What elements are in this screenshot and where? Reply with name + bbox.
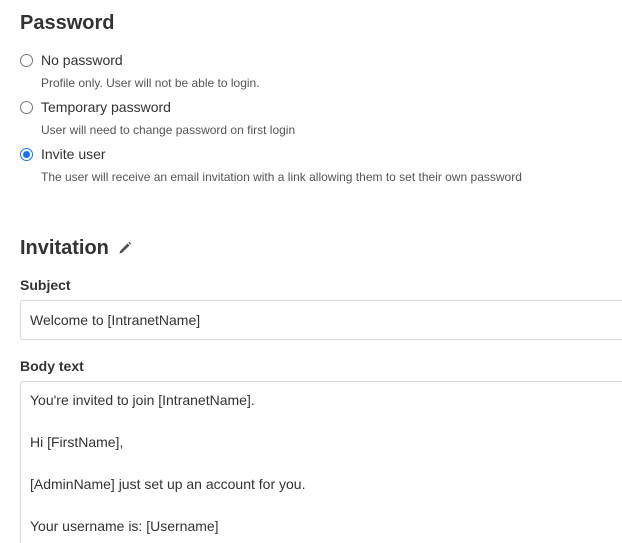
password-section-title: Password bbox=[20, 12, 115, 34]
radio-description: Profile only. User will not be able to l… bbox=[41, 76, 260, 90]
radio-label: Temporary password bbox=[41, 99, 171, 115]
body-line bbox=[30, 454, 622, 475]
radio-temporary-password[interactable]: Temporary password bbox=[20, 98, 171, 116]
radio-button[interactable] bbox=[20, 100, 33, 114]
radio-no-password[interactable]: No password bbox=[20, 51, 123, 69]
radio-label: Invite user bbox=[41, 146, 106, 162]
body-line bbox=[30, 496, 622, 517]
radio-button[interactable] bbox=[20, 53, 33, 67]
radio-button-selected[interactable] bbox=[20, 147, 33, 161]
body-text-editor[interactable]: You're invited to join [IntranetName]. H… bbox=[20, 381, 622, 543]
subject-input[interactable] bbox=[20, 300, 622, 340]
radio-invite-user[interactable]: Invite user bbox=[20, 145, 106, 163]
radio-description: The user will receive an email invitatio… bbox=[41, 170, 522, 184]
radio-description: User will need to change password on fir… bbox=[41, 123, 296, 137]
body-line: [AdminName] just set up an account for y… bbox=[30, 476, 306, 492]
radio-label: No password bbox=[41, 52, 123, 68]
user-password-invitation-form: Password No password Profile only. User … bbox=[0, 0, 622, 543]
body-line bbox=[30, 412, 622, 433]
body-line: You're invited to join [IntranetName]. bbox=[30, 392, 255, 408]
invitation-section-title: Invitation bbox=[20, 237, 109, 259]
pencil-icon[interactable] bbox=[118, 241, 132, 255]
invitation-section-header: Invitation bbox=[20, 236, 132, 260]
body-line: Hi [FirstName], bbox=[30, 434, 124, 450]
body-text-label: Body text bbox=[20, 358, 84, 374]
body-line: Your username is: [Username] bbox=[30, 518, 219, 534]
subject-label: Subject bbox=[20, 277, 71, 293]
